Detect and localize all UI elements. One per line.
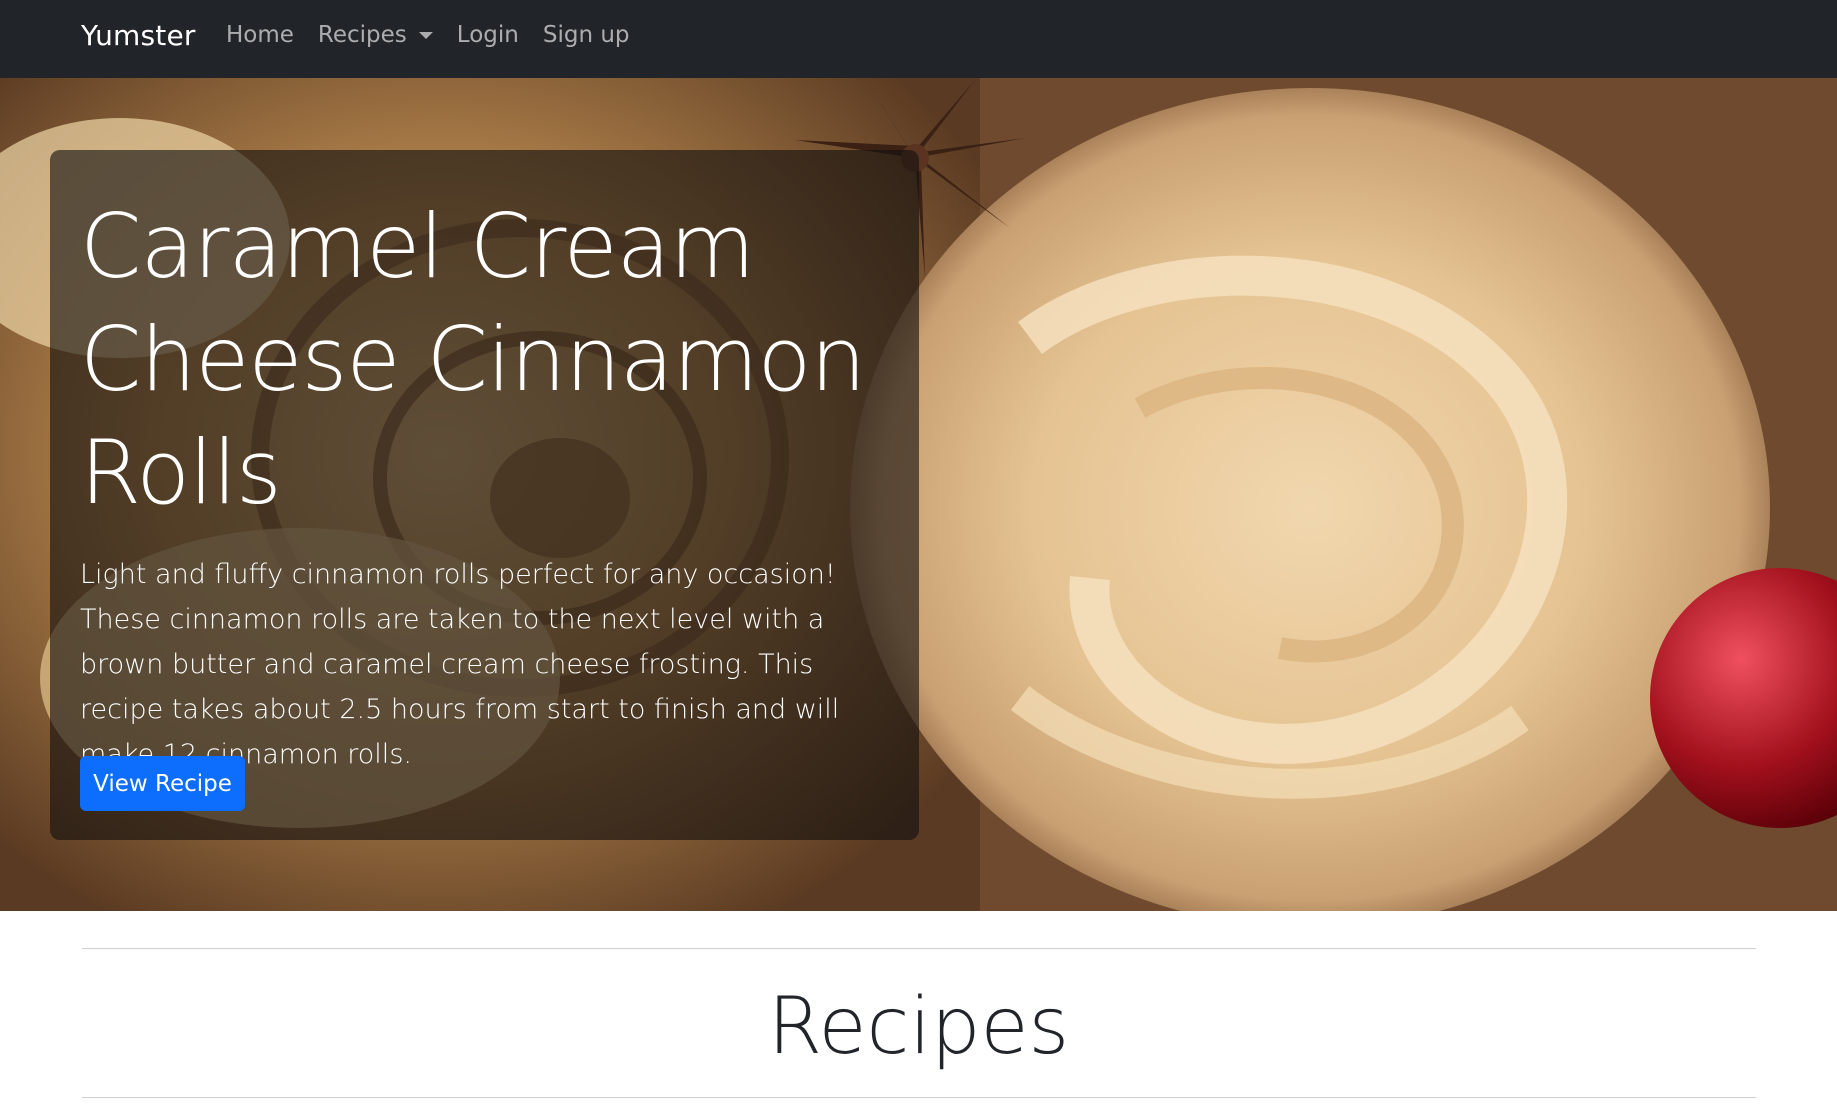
nav-link-recipes-label: Recipes <box>317 22 407 48</box>
nav-link-recipes-dropdown[interactable]: Recipes <box>318 22 433 48</box>
hero-caption: Caramel Cream Cheese Cinnamon Rolls Ligh… <box>50 150 919 840</box>
hero-title: Caramel Cream Cheese Cinnamon Rolls <box>80 195 866 524</box>
section-title: Recipes <box>767 982 1070 1072</box>
nav-link-signup[interactable]: Sign up <box>543 22 630 48</box>
view-recipe-button[interactable]: View Recipe <box>80 756 245 811</box>
hero-carousel: Caramel Cream Cheese Cinnamon Rolls Ligh… <box>0 78 1837 911</box>
nav-link-login[interactable]: Login <box>457 22 519 48</box>
section-divider-top <box>82 948 1756 949</box>
navbar: Yumster Home Recipes Login Sign up <box>0 0 1837 78</box>
hero-description: Light and fluffy cinnamon rolls perfect … <box>80 559 840 770</box>
brand-logo[interactable]: Yumster <box>81 19 196 52</box>
nav-links: Home Recipes Login Sign up <box>226 22 654 48</box>
chevron-down-icon <box>418 31 433 39</box>
section-divider-bottom <box>82 1097 1756 1098</box>
nav-link-home[interactable]: Home <box>226 22 294 48</box>
